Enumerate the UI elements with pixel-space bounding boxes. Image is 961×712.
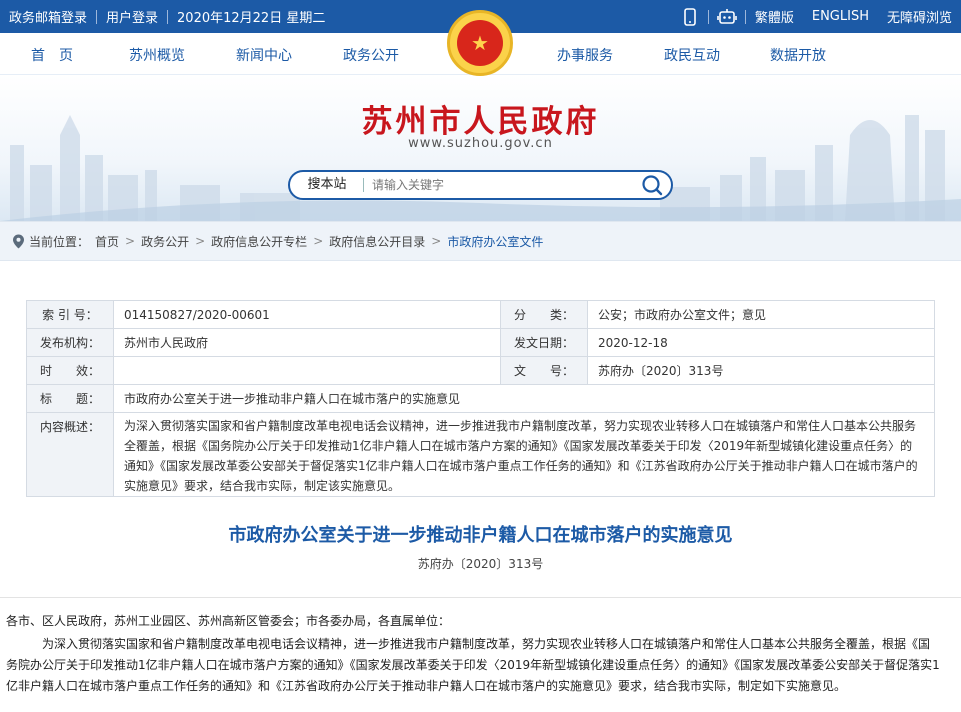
issuer-value: 苏州市人民政府	[113, 328, 501, 357]
site-url: www.suzhou.gov.cn	[408, 136, 553, 151]
date-label: 发文日期：	[500, 328, 588, 357]
divider	[0, 597, 961, 598]
document-title: 市政府办公室关于进一步推动非户籍人口在城市落户的实施意见	[228, 525, 733, 546]
document-meta-table: 索 引 号： 014150827/2020-00601 分 类： 公安；市政府办…	[26, 300, 935, 497]
document-addressee: 各市、区人民政府，苏州工业园区、苏州高新区管委会；市各委办局，各直属单位：	[6, 614, 451, 628]
docno-value: 苏府办〔2020〕313号	[587, 356, 935, 385]
table-row: 标 题： 市政府办公室关于进一步推动非户籍人口在城市落户的实施意见	[26, 384, 935, 413]
date-value: 2020-12-18	[587, 328, 935, 357]
table-row: 时 效： 文 号： 苏府办〔2020〕313号	[26, 356, 935, 385]
breadcrumb-separator: >	[313, 234, 324, 248]
breadcrumb-item-info-catalog[interactable]: 政府信息公开目录	[329, 233, 425, 250]
table-row: 内容概述： 为深入贯彻落实国家和省户籍制度改革电视电话会议精神，进一步推进我市户…	[26, 412, 935, 497]
nav-item-open-data[interactable]: 数据开放	[770, 45, 826, 65]
docno-label: 文 号：	[500, 356, 588, 385]
breadcrumb: 当前位置： 首页 > 政务公开 > 政府信息公开专栏 > 政府信息公开目录 > …	[0, 221, 961, 261]
divider	[707, 9, 709, 24]
date-text: 2020年12月22日 星期二	[177, 11, 326, 26]
index-label: 索 引 号：	[26, 300, 114, 329]
table-row: 索 引 号： 014150827/2020-00601 分 类： 公安；市政府办…	[26, 300, 935, 329]
search-box: 搜本站	[288, 170, 673, 200]
accessible-link[interactable]: 无障碍浏览	[878, 7, 961, 26]
validity-label: 时 效：	[26, 356, 114, 385]
breadcrumb-item-home[interactable]: 首页	[95, 233, 119, 250]
title-value: 市政府办公室关于进一步推动非户籍人口在城市落户的实施意见	[113, 384, 935, 413]
traditional-chinese-link[interactable]: 繁體版	[746, 7, 803, 26]
mobile-icon[interactable]	[680, 7, 700, 27]
breadcrumb-separator: >	[195, 234, 206, 248]
table-row: 发布机构： 苏州市人民政府 发文日期： 2020-12-18	[26, 328, 935, 357]
nav-item-gov-affairs[interactable]: 政务公开	[343, 45, 399, 65]
breadcrumb-current[interactable]: 市政府办公室文件	[447, 233, 543, 250]
nav-item-home[interactable]: 首 页	[31, 45, 73, 65]
national-emblem-icon: ★	[447, 10, 513, 76]
user-login-link[interactable]: 用户登录	[97, 7, 167, 26]
mail-login-link[interactable]: 政务邮箱登录	[0, 7, 96, 26]
title-label: 标 题：	[26, 384, 114, 413]
breadcrumb-item-info-column[interactable]: 政府信息公开专栏	[211, 233, 307, 250]
breadcrumb-separator: >	[125, 234, 136, 248]
category-value: 公安；市政府办公室文件；意见	[587, 300, 935, 329]
document-number: 苏府办〔2020〕313号	[417, 557, 544, 571]
nav-item-interaction[interactable]: 政民互动	[664, 45, 720, 65]
robot-icon[interactable]	[717, 7, 737, 27]
nav-item-overview[interactable]: 苏州概览	[129, 45, 185, 65]
issuer-label: 发布机构：	[26, 328, 114, 357]
nav-item-news[interactable]: 新闻中心	[236, 45, 292, 65]
document-paragraph: 为深入贯彻落实国家和省户籍制度改革电视电话会议精神，进一步推进我市户籍制度改革，…	[6, 637, 940, 693]
site-title: 苏州市人民政府	[361, 104, 600, 140]
nav-item-services[interactable]: 办事服务	[557, 45, 613, 65]
location-pin-icon	[13, 234, 24, 248]
breadcrumb-item-gov-affairs[interactable]: 政务公开	[141, 233, 189, 250]
validity-value	[113, 356, 501, 385]
breadcrumb-prefix: 当前位置：	[29, 234, 90, 249]
category-label: 分 类：	[500, 300, 588, 329]
search-scope-select[interactable]: 搜本站	[290, 172, 364, 198]
search-icon[interactable]	[641, 174, 663, 196]
breadcrumb-separator: >	[431, 234, 442, 248]
english-link[interactable]: ENGLISH	[803, 9, 878, 24]
index-value: 014150827/2020-00601	[113, 300, 501, 329]
summary-label: 内容概述：	[26, 412, 114, 497]
summary-value: 为深入贯彻落实国家和省户籍制度改革电视电话会议精神，进一步推进我市户籍制度改革，…	[113, 412, 935, 497]
search-input[interactable]	[372, 175, 622, 195]
